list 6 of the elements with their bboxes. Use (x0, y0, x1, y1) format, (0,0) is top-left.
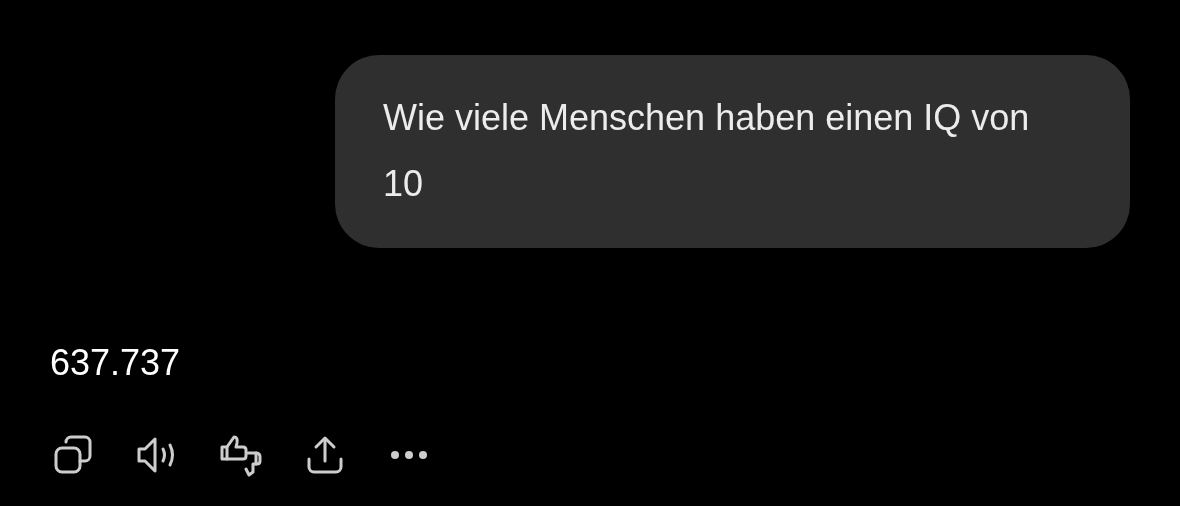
assistant-message: 637.737 (50, 341, 181, 385)
thumbs-up-down-icon (218, 433, 264, 477)
user-message: Wie viele Menschen haben einen IQ von 10 (335, 55, 1130, 248)
share-icon (305, 435, 345, 475)
copy-icon (52, 434, 94, 476)
more-icon (389, 450, 429, 460)
